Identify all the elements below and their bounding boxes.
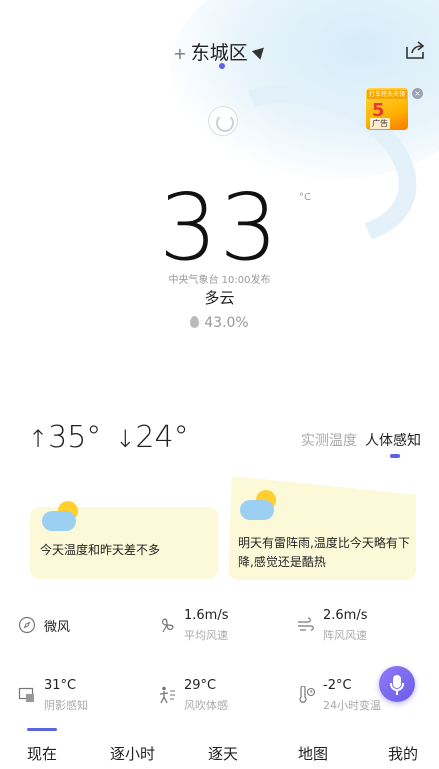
tab-feels-like[interactable]: 人体感知: [365, 430, 421, 450]
current-temperature: 33: [158, 174, 281, 281]
nav-item-now[interactable]: 现在: [27, 743, 57, 764]
detail-wind: 微风: [18, 600, 138, 640]
tab-measured-temperature[interactable]: 实测温度: [301, 430, 357, 450]
today-card[interactable]: 今天温度和昨天差不多: [30, 501, 218, 579]
publish-time: 中央气象台 10:00发布: [168, 275, 271, 286]
detail-avg-wind-value: 1.6m/s: [184, 608, 229, 623]
nav-item-map[interactable]: 地图: [298, 743, 328, 764]
partly-cloudy-icon: [42, 501, 78, 531]
thermometer-clock-icon: [299, 686, 315, 703]
detail-avg-wind: 1.6m/s 平均风速: [158, 600, 278, 642]
detail-wind-value: 微风: [44, 620, 71, 635]
humidity-drop-icon: [190, 316, 200, 328]
location-arrow-icon: [251, 43, 268, 60]
humidity-value: 43.0%: [204, 315, 249, 331]
ad-top-text: 打车特天天领: [367, 90, 407, 99]
ad-banner[interactable]: 打车特天天领 5 广告: [366, 88, 412, 130]
mode-tab-indicator: [390, 454, 400, 458]
high-low-temperature: ↑35° ↓24°: [28, 420, 189, 455]
today-card-text: 今天温度和昨天差不多: [40, 543, 161, 557]
page-indicator-dot: [219, 63, 225, 69]
add-city-icon[interactable]: +: [173, 44, 186, 63]
tomorrow-card-text: 明天有雷阵雨,温度比今天略有下降,感觉还是酷热: [238, 536, 410, 569]
detail-24h-change-value: -2°C: [323, 678, 352, 693]
person-wind-icon: [159, 686, 175, 704]
high-arrow-icon: ↑: [28, 425, 49, 453]
wind-fan-icon: [161, 618, 174, 633]
high-temperature: 35°: [48, 420, 102, 455]
partly-cloudy-icon: [240, 490, 276, 520]
nav-active-indicator: [27, 728, 57, 731]
compass-icon: [18, 616, 36, 634]
bottom-navigation: 现在 逐小时 逐天 地图 我的: [0, 726, 439, 769]
location-name: 东城区: [190, 42, 248, 64]
weather-condition: 多云: [204, 289, 235, 307]
detail-wind-chill: 29°C 风吹体感: [158, 670, 278, 712]
detail-shade: 31°C 阴影感知: [18, 670, 138, 712]
shade-icon: [18, 687, 34, 702]
nav-item-mine[interactable]: 我的: [388, 743, 418, 764]
header: + 东城区: [0, 0, 439, 80]
temperature-unit: °C: [299, 192, 311, 203]
low-temperature: 24°: [135, 420, 189, 455]
nav-item-hourly[interactable]: 逐小时: [110, 743, 155, 764]
share-icon[interactable]: [404, 40, 426, 60]
low-arrow-icon: ↓: [115, 425, 136, 453]
voice-assistant-button[interactable]: [379, 666, 415, 702]
humidity: 43.0%: [0, 315, 439, 331]
detail-wind-chill-label: 风吹体感: [184, 699, 228, 712]
temperature-mode-tabs: 实测温度 人体感知: [301, 430, 421, 450]
comparison-cards: 今天温度和昨天差不多 明天有雷阵雨,温度比今天略有下降,感觉还是酷热: [0, 474, 439, 584]
ad-close-icon[interactable]: ×: [412, 88, 423, 99]
detail-avg-wind-label: 平均风速: [184, 629, 228, 642]
detail-gust-wind: 2.6m/s 阵风风速: [297, 600, 427, 642]
gust-icon: [298, 617, 314, 631]
nav-item-daily[interactable]: 逐天: [208, 743, 238, 764]
detail-gust-wind-label: 阵风风速: [323, 629, 367, 642]
detail-wind-chill-value: 29°C: [184, 678, 217, 693]
detail-24h-change-label: 24小时变温: [323, 699, 381, 712]
ad-tag: 广告: [370, 118, 390, 129]
tomorrow-card[interactable]: 明天有雷阵雨,温度比今天略有下降,感觉还是酷热: [228, 476, 416, 580]
detail-shade-label: 阴影感知: [44, 699, 88, 712]
refresh-icon[interactable]: [208, 106, 238, 136]
detail-shade-value: 31°C: [44, 678, 77, 693]
detail-gust-wind-value: 2.6m/s: [323, 608, 368, 623]
ad-image[interactable]: 打车特天天领 5 广告: [366, 88, 408, 130]
location-title[interactable]: + 东城区: [0, 38, 439, 65]
